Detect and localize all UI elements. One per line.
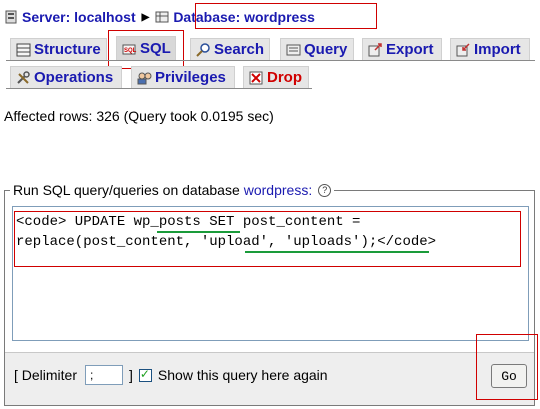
tab-export[interactable]: Export [362,38,442,60]
tab-search-label: Search [214,41,265,58]
show-query-label[interactable]: Show this query here again [158,367,328,383]
tab-query-label: Query [304,41,348,58]
delimiter-input[interactable] [85,365,124,385]
show-query-checkbox[interactable] [138,367,152,382]
tab-privileges[interactable]: Privileges [131,66,235,88]
go-highlight-box [476,334,538,400]
database-name-link[interactable]: wordpress: [244,182,312,198]
export-icon [368,42,382,56]
sql-tab-highlight-box [108,30,184,69]
tab-query[interactable]: Query [280,38,354,60]
tab-structure-label: Structure [34,41,101,58]
replace-args-underline [245,251,429,253]
sql-panel-legend-text: Run SQL query/queries on database [13,182,240,198]
privileges-icon [137,72,152,84]
tab-import[interactable]: Import [450,38,530,60]
operations-icon [17,70,30,84]
tab-drop[interactable]: Drop [243,66,309,88]
tab-row-1-rule [6,60,535,61]
tab-operations-label: Operations [34,69,114,86]
tab-export-label: Export [386,41,434,58]
server-link[interactable]: Server: localhost [22,9,136,25]
tab-drop-label: Drop [267,69,302,86]
structure-icon [16,43,31,56]
tab-row-2-rule [6,88,312,89]
affected-rows-message: Affected rows: 326 (Query took 0.0195 se… [4,108,274,124]
search-icon [196,42,210,57]
delimiter-controls: [ Delimiter ] Show this query here again [14,365,328,385]
database-icon [155,11,169,23]
import-icon [456,42,470,56]
sql-panel-legend: Run SQL query/queries on database wordpr… [10,182,335,198]
server-icon [5,10,17,24]
query-icon [286,44,301,55]
database-highlight-box [195,3,377,29]
tab-import-label: Import [474,41,521,58]
query-highlight-box [14,211,521,267]
tab-privileges-label: Privileges [155,69,226,86]
tab-operations[interactable]: Operations [10,66,122,88]
table-name-underline [157,231,240,233]
tab-search[interactable]: Search [190,38,270,60]
delimiter-open-label: [ Delimiter [14,367,78,383]
delimiter-close-label: ] [129,367,133,383]
drop-icon [249,71,263,84]
help-icon[interactable]: ? [318,183,332,197]
tab-structure[interactable]: Structure [10,38,107,60]
breadcrumb-separator-icon: ▶ [141,11,150,23]
